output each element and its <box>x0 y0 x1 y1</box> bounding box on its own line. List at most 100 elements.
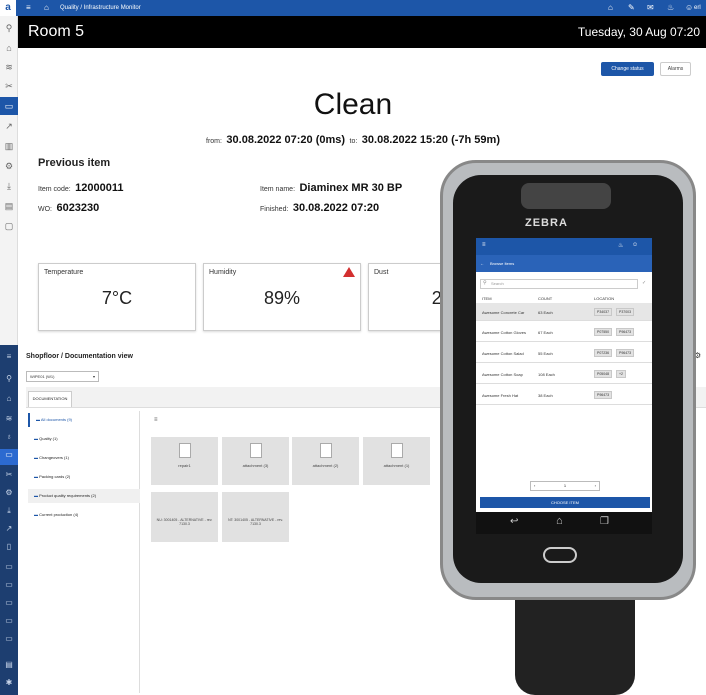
location-chip[interactable]: P96473 <box>616 328 635 336</box>
folder-item[interactable]: ▬ Product quality requirements (2) <box>28 489 140 503</box>
trend-icon[interactable]: ↗ <box>3 523 15 535</box>
location-chip[interactable]: P07236 <box>594 349 613 357</box>
routes-icon[interactable]: ≋ <box>3 61 15 73</box>
settings-icon[interactable]: ⚙ <box>3 487 15 499</box>
folder-item[interactable]: ▬ Quality (1) <box>28 432 140 446</box>
location-chip[interactable]: P96473 <box>594 391 613 399</box>
table-row[interactable]: Awesome Cotton Soap 108 Each P05048 +2 <box>476 364 652 384</box>
menu-icon[interactable]: ≡ <box>3 351 15 363</box>
table-row[interactable]: Awesome Cotton Gloves 67 Each P07550 P96… <box>476 322 652 342</box>
station-select[interactable]: WIPE01 (W1) ▾ <box>26 371 99 382</box>
folder-icon[interactable]: ▭ <box>3 597 15 609</box>
file-tile[interactable]: attachment (3) <box>222 437 289 485</box>
user-name[interactable]: erl <box>694 0 701 16</box>
location-chip[interactable]: P96473 <box>616 349 635 357</box>
folder-item[interactable]: ▬ All documents (9) <box>28 413 140 427</box>
file-tile[interactable]: repair1 <box>151 437 218 485</box>
folder-icon[interactable]: ▭ <box>3 561 15 573</box>
tools-icon[interactable]: ✂ <box>3 469 15 481</box>
folder-label: Product quality requirements (2) <box>39 493 97 498</box>
device-nav-bar: ↩ ⌂ ❐ <box>476 512 652 534</box>
location-chip[interactable]: P05048 <box>594 370 613 378</box>
table-row[interactable]: Awesome Fresh Hat 38 Each P96473 <box>476 385 652 405</box>
download-icon[interactable]: ⤓ <box>3 180 15 192</box>
user-icon[interactable]: ☺ <box>685 0 693 16</box>
download-icon[interactable]: ⤓ <box>3 505 15 517</box>
row-count: 55 Each <box>538 351 553 356</box>
mail-icon[interactable]: ✉ <box>647 0 654 16</box>
window-icon[interactable]: ▢ <box>3 220 15 232</box>
increment-icon[interactable]: › <box>595 482 599 490</box>
location-chip[interactable]: P07550 <box>594 328 613 336</box>
quantity-stepper[interactable]: ‹ 1 › <box>530 481 600 491</box>
item-name-label: Item name: <box>260 186 296 193</box>
menu-icon[interactable]: ≡ <box>482 242 486 248</box>
humidity-card[interactable]: Humidity 89% <box>203 263 361 331</box>
finished-label: Finished: <box>260 206 289 213</box>
file-tile[interactable]: attachment (2) <box>292 437 359 485</box>
pen-icon[interactable]: ✎ <box>628 0 635 16</box>
recents-icon[interactable]: ❐ <box>600 516 609 527</box>
decrement-icon[interactable]: ‹ <box>531 482 535 490</box>
folder-label: Current production (4) <box>39 512 79 517</box>
folder-label: Quality (1) <box>39 436 58 441</box>
row-count: 67 Each <box>538 330 553 335</box>
search-icon[interactable]: ⚲ <box>3 373 15 385</box>
check-icon[interactable]: ✓ <box>642 280 646 286</box>
document-icon <box>178 443 191 458</box>
folder-item[interactable]: ▬ Changeovers (1) <box>28 451 140 465</box>
temperature-card[interactable]: Temperature 7°C <box>38 263 196 331</box>
location-chip[interactable]: P37003 <box>616 308 635 316</box>
change-status-button[interactable]: Change status <box>601 62 654 76</box>
folder-item[interactable]: ▬ Packing cards (2) <box>28 470 140 484</box>
folder-icon[interactable]: ▭ <box>3 615 15 627</box>
user-icon[interactable]: ☺ <box>632 242 638 248</box>
bell-icon[interactable]: ♨ <box>618 242 623 249</box>
home-icon[interactable]: ⌂ <box>556 515 563 527</box>
document-icon <box>390 443 403 458</box>
folder-icon[interactable]: ▭ <box>3 579 15 591</box>
location-chip[interactable]: P34037 <box>594 308 613 316</box>
print-icon[interactable]: ▤ <box>3 659 15 671</box>
bug-icon[interactable]: ✱ <box>3 677 15 689</box>
home-icon[interactable]: ⌂ <box>608 0 613 16</box>
home-icon[interactable]: ⌂ <box>3 393 15 405</box>
row-count: 63 Each <box>538 310 553 315</box>
back-icon[interactable]: ↩ <box>510 516 518 527</box>
settings-icon[interactable]: ⚙ <box>3 160 15 172</box>
mobile-icon[interactable]: ▯ <box>3 541 15 553</box>
list-view-icon[interactable]: ≡ <box>154 417 158 423</box>
app-logo[interactable]: a <box>0 0 16 16</box>
col-location: LOCATION <box>594 296 615 301</box>
table-row[interactable]: Awesome Concrete Car 63 Each P34037 P370… <box>476 303 652 321</box>
routes-icon[interactable]: ≋ <box>3 413 15 425</box>
tab-documentation[interactable]: DOCUMENTATION <box>28 391 72 407</box>
file-tile[interactable]: attachment (1) <box>363 437 430 485</box>
location-chip[interactable]: +2 <box>616 370 626 378</box>
breadcrumb[interactable]: Quality / Infrastructure Monitor <box>60 0 141 16</box>
file-tile[interactable]: NU: 3001405 - ALTERNATIVE - rev. 7130.3 <box>151 492 218 542</box>
item-code-value: 12000011 <box>75 182 124 194</box>
row-count: 108 Each <box>538 372 555 377</box>
choose-item-button[interactable]: CHOOSE ITEM <box>480 497 650 508</box>
doc-title: Shopfloor / Documentation view <box>26 353 133 360</box>
menu-icon[interactable]: ≡ <box>26 0 31 16</box>
bulb-icon[interactable]: ♁ <box>3 431 15 443</box>
wo: WO: 6023230 <box>38 198 99 216</box>
home-icon[interactable]: ⌂ <box>44 0 49 16</box>
back-icon[interactable]: ← <box>480 261 484 266</box>
home-button[interactable] <box>543 547 577 563</box>
search-icon[interactable]: ⚲ <box>3 22 15 34</box>
folder-item[interactable]: ▬ Current production (4) <box>28 508 140 522</box>
card-icon[interactable]: ▤ <box>3 200 15 212</box>
file-tile[interactable]: NT: 3001405 - ALTERNATIVE - rev. 7130.3 <box>222 492 289 542</box>
item-code-label: Item code: <box>38 186 71 193</box>
table-row[interactable]: Awesome Cotton Salad 55 Each P07236 P964… <box>476 343 652 363</box>
home-icon[interactable]: ⌂ <box>3 42 15 54</box>
folder-icon[interactable]: ▭ <box>3 633 15 645</box>
search-input[interactable]: Search <box>480 279 638 289</box>
alarms-button[interactable]: Alarms <box>660 62 691 76</box>
date-time: Tuesday, 30 Aug 07:20 <box>577 25 700 39</box>
bell-icon[interactable]: ♨ <box>667 0 674 16</box>
monitor-icon[interactable]: ▭ <box>0 449 18 465</box>
